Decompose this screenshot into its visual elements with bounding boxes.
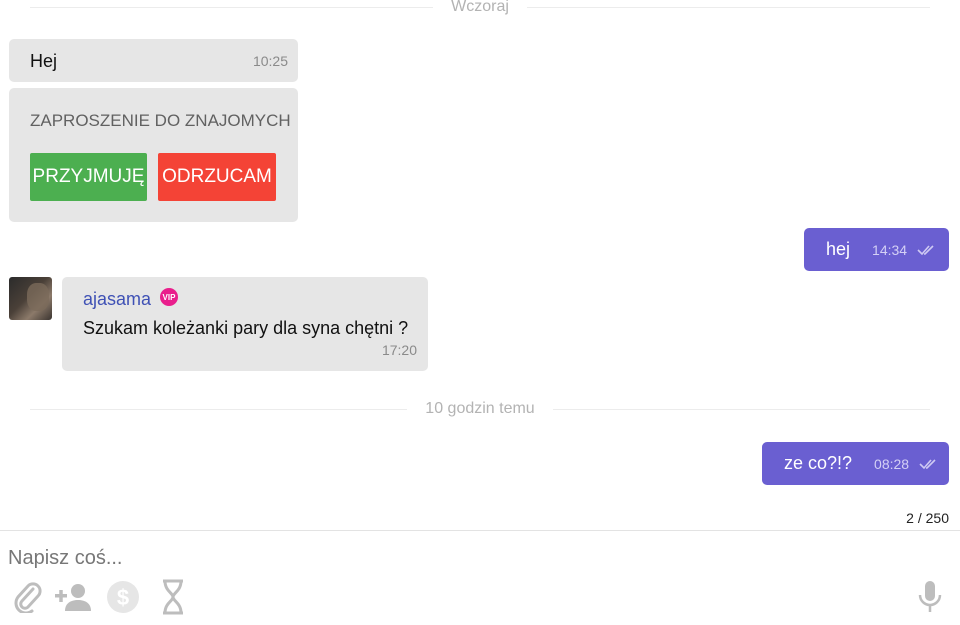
message-time: 08:28 <box>874 455 910 472</box>
invitation-title: ZAPROSZENIE DO ZNAJOMYCH <box>30 111 291 130</box>
accept-invite-button[interactable]: PRZYJMUJĘ <box>30 153 147 201</box>
paperclip-icon <box>14 582 42 613</box>
avatar[interactable] <box>9 277 52 320</box>
date-divider-yesterday: Wczoraj <box>30 0 930 17</box>
message-outgoing-hej: hej 14:34 <box>804 228 949 271</box>
message-time: 17:20 <box>381 342 417 358</box>
date-divider-label: Wczoraj <box>433 0 527 16</box>
reject-invite-button[interactable]: ODRZUCAM <box>158 153 276 201</box>
attach-button[interactable] <box>8 578 48 616</box>
friend-invitation-card: ZAPROSZENIE DO ZNAJOMYCH PRZYJMUJĘ ODRZU… <box>9 88 298 222</box>
composer-divider <box>0 530 960 531</box>
svg-text:$: $ <box>117 585 129 610</box>
message-counter: 2 / 250 <box>906 510 949 526</box>
microphone-icon <box>918 581 942 612</box>
sender-name[interactable]: ajasama <box>83 289 151 310</box>
date-divider-label: 10 godzin temu <box>407 400 553 418</box>
message-time: 10:25 <box>252 53 288 69</box>
message-outgoing-zeco: ze co?!? 08:28 <box>762 442 949 485</box>
add-friend-icon <box>55 584 91 611</box>
message-incoming-hej: Hej 10:25 <box>9 39 298 82</box>
hourglass-icon <box>163 579 183 615</box>
double-check-icon <box>917 244 934 255</box>
message-time: 14:34 <box>872 241 908 258</box>
dollar-icon: $ <box>107 581 139 613</box>
message-text: hej <box>826 239 851 259</box>
voice-message-button[interactable] <box>910 578 950 616</box>
double-check-icon <box>919 458 936 469</box>
add-friend-button[interactable] <box>52 578 94 616</box>
message-text: Hej <box>30 51 58 71</box>
message-text: Szukam koleżanki pary dla syna chętni ? <box>83 318 409 338</box>
send-money-button[interactable]: $ <box>103 578 143 616</box>
date-divider-recent: 10 godzin temu <box>30 399 930 419</box>
vip-badge: VIP <box>160 288 178 306</box>
message-text: ze co?!? <box>784 453 853 473</box>
timer-button[interactable] <box>153 578 193 616</box>
message-input[interactable] <box>8 543 888 573</box>
message-incoming-ajasama: ajasama VIP Szukam koleżanki pary dla sy… <box>62 277 428 371</box>
